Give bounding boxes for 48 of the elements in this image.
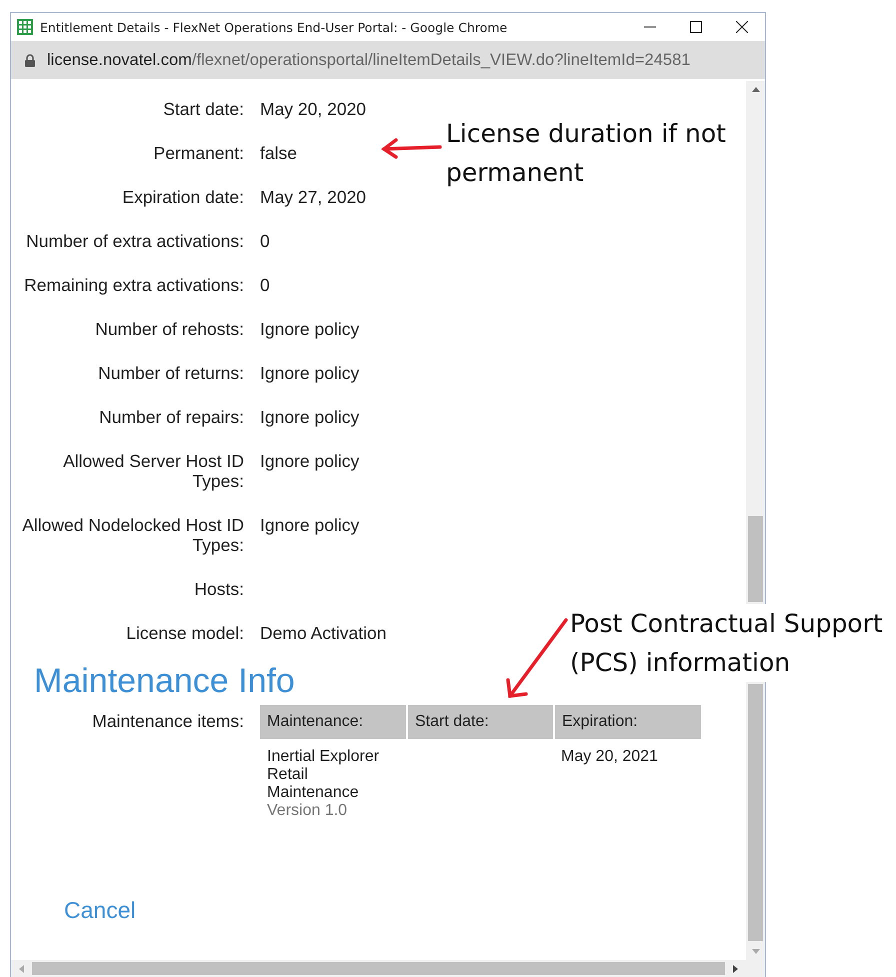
table-cell-text: Inertial Explorer Retail Maintenance <box>267 748 380 802</box>
scroll-right-icon <box>733 964 738 972</box>
field-label: Number of returns: <box>98 363 244 385</box>
column-header: Maintenance: <box>260 705 407 739</box>
field-value: 0 <box>260 231 270 251</box>
scroll-up-icon <box>752 87 760 92</box>
column-header: Expiration: <box>554 705 701 739</box>
field-value: Ignore policy <box>260 363 360 383</box>
field-value: Ignore policy <box>260 515 360 535</box>
lock-icon <box>25 54 35 66</box>
grid-icon <box>17 19 33 35</box>
field-value: Ignore policy <box>260 407 360 427</box>
close-icon <box>736 21 748 33</box>
address-bar[interactable]: license.novatel.com/flexnet/operationsportal/lineItemDetails_VIEW.do?lineItemId=24581 <box>11 41 765 79</box>
column-header: Start date: <box>407 705 554 739</box>
url-host: license.novatel.com <box>47 50 192 70</box>
field-label: License model: <box>126 623 244 645</box>
field-label: Start date: <box>163 99 244 121</box>
field-value: 0 <box>260 275 270 295</box>
field-value: false <box>260 143 297 163</box>
scroll-left-icon <box>19 964 24 972</box>
url-path: /flexnet/operationsportal/lineItemDetails_VIEW.do?lineItemId=24581 <box>192 50 690 70</box>
field-value: May 20, 2020 <box>260 99 366 119</box>
field-label: Allowed Server Host ID Types: <box>62 451 244 493</box>
scroll-down-icon <box>752 949 760 954</box>
version-text: Version 1.0 <box>267 802 348 820</box>
field-label: Permanent: <box>154 143 244 165</box>
field-value: May 27, 2020 <box>260 187 366 207</box>
field-label: Expiration date: <box>122 187 244 209</box>
scrollbar-thumb[interactable] <box>32 962 725 975</box>
window-title: Entitlement Details - FlexNet Operations End-User Portal: - Google Chrome <box>40 20 508 34</box>
scrollbar-thumb[interactable] <box>748 684 763 941</box>
section-heading: Maintenance Info <box>34 661 295 701</box>
field-label: Number of rehosts: <box>95 319 244 341</box>
field-label: Remaining extra activations: <box>24 275 244 297</box>
field-label: Allowed Nodelocked Host ID Types: <box>21 515 244 557</box>
field-label: Number of repairs: <box>99 407 244 429</box>
maximize-icon <box>690 21 702 33</box>
annotation-arrow <box>380 138 442 159</box>
field-label: Hosts: <box>194 579 244 601</box>
horizontal-scrollbar[interactable] <box>11 960 765 977</box>
scrollbar-thumb[interactable] <box>748 516 763 602</box>
table-cell: May 20, 2021 <box>561 748 658 765</box>
field-label: Maintenance items: <box>92 711 244 733</box>
field-label: Number of extra activations: <box>26 231 244 253</box>
field-value: Demo Activation <box>260 623 386 643</box>
field-value: Ignore policy <box>260 451 360 471</box>
field-value: Ignore policy <box>260 319 360 339</box>
